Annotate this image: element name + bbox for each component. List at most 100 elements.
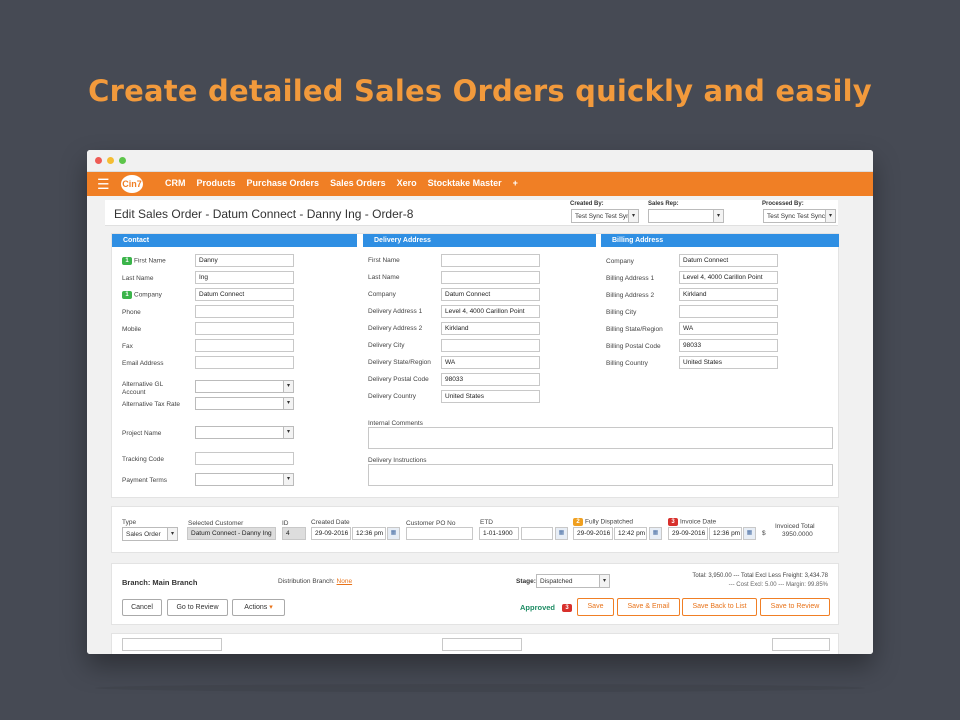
- dispatched-time-input[interactable]: 12:42 pm: [614, 527, 647, 540]
- chevron-down-icon: ▾: [283, 398, 293, 409]
- distribution-branch-text: Distribution Branch:: [278, 578, 335, 585]
- email-input[interactable]: [195, 356, 294, 369]
- contact-first-name-input[interactable]: Danny: [195, 254, 294, 267]
- mobile-input[interactable]: [195, 322, 294, 335]
- etd-label: ETD: [480, 519, 493, 526]
- nav-item-sales-orders[interactable]: Sales Orders: [330, 178, 386, 188]
- billing-country-input[interactable]: United States: [679, 356, 778, 369]
- etd-input[interactable]: 1-01-1900: [479, 527, 519, 540]
- delivery-first-name-input[interactable]: [441, 254, 540, 267]
- nav-item-xero[interactable]: Xero: [397, 178, 417, 188]
- nav-item-purchase-orders[interactable]: Purchase Orders: [247, 178, 320, 188]
- save-back-to-list-button[interactable]: Save Back to List: [682, 598, 757, 616]
- invoiced-total-value: 3950.0000: [782, 531, 813, 538]
- delivery-addr2-input[interactable]: Kirkland: [441, 322, 540, 335]
- sales-rep-select[interactable]: ▾: [648, 209, 724, 223]
- chevron-down-icon: ▾: [167, 528, 177, 540]
- step-badge: 1: [122, 291, 132, 299]
- minimize-window-dot[interactable]: [107, 157, 114, 164]
- invoice-date-text: Invoice Date: [680, 518, 717, 526]
- fax-label: Fax: [122, 343, 133, 350]
- billing-postal-input[interactable]: 98033: [679, 339, 778, 352]
- billing-addr1-input[interactable]: Level 4, 4000 Carillon Point: [679, 271, 778, 284]
- close-window-dot[interactable]: [95, 157, 102, 164]
- created-by-value: Test Sync Test Sync: [575, 213, 634, 220]
- chevron-down-icon: ▾: [283, 381, 293, 392]
- dispatched-date-input[interactable]: 29-09-2016: [573, 527, 613, 540]
- delivery-city-input[interactable]: [441, 339, 540, 352]
- alt-tax-select[interactable]: ▾: [195, 397, 294, 410]
- step-badge: 2: [573, 518, 583, 526]
- save-email-button[interactable]: Save & Email: [617, 598, 680, 616]
- invoice-date-input[interactable]: 29-09-2016: [668, 527, 708, 540]
- phone-input[interactable]: [195, 305, 294, 318]
- delivery-state-label: Delivery State/Region: [368, 359, 431, 366]
- headline: Create detailed Sales Orders quickly and…: [88, 74, 872, 108]
- distribution-branch-label: Distribution Branch: None: [278, 578, 352, 585]
- billing-city-input[interactable]: [679, 305, 778, 318]
- contact-last-name-input[interactable]: Ing: [195, 271, 294, 284]
- etd-time-input[interactable]: [521, 527, 553, 540]
- maximize-window-dot[interactable]: [119, 157, 126, 164]
- id-label: ID: [282, 520, 289, 527]
- actions-button[interactable]: Actions ▾: [232, 599, 285, 616]
- delivery-company-input[interactable]: Datum Connect: [441, 288, 540, 301]
- email-label: Email Address: [122, 360, 164, 367]
- processed-by-label: Processed By:: [762, 201, 804, 207]
- nav-item-stocktake-master[interactable]: Stocktake Master: [428, 178, 502, 188]
- nav-item-add[interactable]: +: [513, 178, 518, 188]
- contact-company-input[interactable]: Datum Connect: [195, 288, 294, 301]
- sales-rep-label: Sales Rep:: [648, 201, 679, 207]
- tracking-input[interactable]: [195, 452, 294, 465]
- items-filter-input[interactable]: [122, 638, 222, 651]
- invoice-time-input[interactable]: 12:36 pm: [709, 527, 742, 540]
- created-date-input[interactable]: 29-09-2016: [311, 527, 351, 540]
- delivery-addr1-input[interactable]: Level 4, 4000 Carillon Point: [441, 305, 540, 318]
- billing-addr2-input[interactable]: Kirkland: [679, 288, 778, 301]
- stage-label: Stage:: [516, 578, 536, 585]
- alt-gl-label: Alternative GL Account: [122, 381, 163, 396]
- id-field: 4: [282, 527, 306, 540]
- created-time-input[interactable]: 12:36 pm: [352, 527, 386, 540]
- project-select[interactable]: ▾: [195, 426, 294, 439]
- nav-item-products[interactable]: Products: [197, 178, 236, 188]
- calendar-icon[interactable]: ▦: [387, 527, 400, 540]
- calendar-icon[interactable]: ▦: [743, 527, 756, 540]
- address-panel: Contact Delivery Address Billing Address…: [111, 233, 839, 498]
- type-label: Type: [122, 519, 137, 526]
- menu-icon[interactable]: ☰: [97, 177, 110, 191]
- fax-input[interactable]: [195, 339, 294, 352]
- cancel-button[interactable]: Cancel: [122, 599, 162, 616]
- customer-label: Selected Customer: [188, 520, 244, 527]
- alt-tax-label: Alternative Tax Rate: [122, 401, 181, 408]
- payment-select[interactable]: ▾: [195, 473, 294, 486]
- chevron-down-icon: ▾: [283, 474, 293, 485]
- save-to-review-button[interactable]: Save to Review: [760, 598, 830, 616]
- first-name-label: 1 First Name: [122, 257, 166, 265]
- alt-gl-select[interactable]: ▾: [195, 380, 294, 393]
- distribution-branch-link[interactable]: None: [337, 578, 353, 585]
- delivery-postal-input[interactable]: 98033: [441, 373, 540, 386]
- delivery-last-name-input[interactable]: [441, 271, 540, 284]
- caret-down-icon: ▾: [269, 604, 273, 611]
- processed-by-select[interactable]: Test Sync Test Sync ▾: [763, 209, 836, 223]
- created-by-select[interactable]: Test Sync Test Sync ▾: [571, 209, 639, 223]
- stage-select[interactable]: Dispatched ▾: [536, 574, 610, 588]
- go-to-review-button[interactable]: Go to Review: [167, 599, 228, 616]
- items-select[interactable]: [772, 638, 830, 651]
- delivery-state-input[interactable]: WA: [441, 356, 540, 369]
- calendar-icon[interactable]: ▦: [649, 527, 662, 540]
- billing-company-input[interactable]: Datum Connect: [679, 254, 778, 267]
- created-date-label: Created Date: [311, 519, 350, 526]
- calendar-icon[interactable]: ▦: [555, 527, 568, 540]
- internal-comments-textarea[interactable]: [368, 427, 833, 449]
- delivery-country-input[interactable]: United States: [441, 390, 540, 403]
- billing-state-input[interactable]: WA: [679, 322, 778, 335]
- delivery-instructions-textarea[interactable]: [368, 464, 833, 486]
- logo[interactable]: Cin7: [121, 175, 143, 193]
- nav-item-crm[interactable]: CRM: [165, 178, 186, 188]
- items-search-input[interactable]: [442, 638, 522, 651]
- save-button[interactable]: Save: [577, 598, 614, 616]
- po-input[interactable]: [406, 527, 473, 540]
- type-select[interactable]: Sales Order ▾: [122, 527, 178, 541]
